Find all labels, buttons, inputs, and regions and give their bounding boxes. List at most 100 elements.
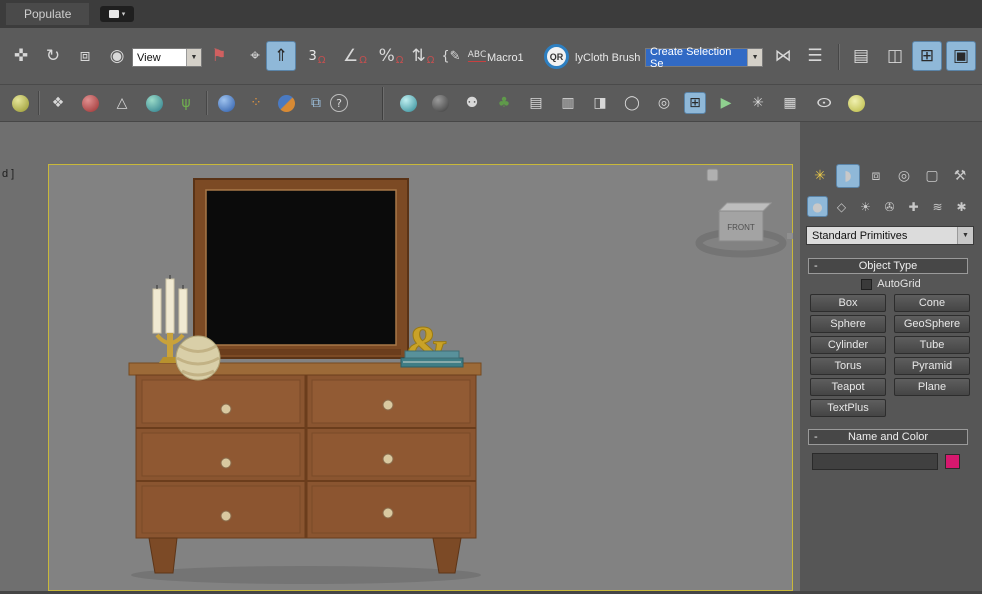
textplus-button[interactable]: TextPlus [810,399,886,417]
select-manipulate-icon[interactable]: ⚑ [204,41,234,71]
cylinder-button[interactable]: Cylinder [810,336,886,354]
target-sphere-icon[interactable]: ◎ [652,91,676,115]
red-sphere-icon[interactable] [78,91,102,115]
workspace-switcher[interactable]: ▾ [100,6,134,22]
sphere-ornament-object[interactable] [175,335,221,381]
scene-explorer-icon[interactable]: ◫ [880,41,910,71]
autogrid-checkbox[interactable] [861,278,873,290]
collapse-icon[interactable]: - [814,431,818,443]
box-arrows-icon[interactable]: ⊞ [684,92,706,114]
autogrid-row: AutoGrid [800,278,982,290]
viewcube-gear-icon[interactable] [787,233,793,239]
torus-button[interactable]: Torus [810,357,886,375]
modify-tab[interactable]: ◗ [836,164,860,188]
pyramid-button[interactable]: Pyramid [894,357,970,375]
object-color-swatch[interactable] [945,453,960,469]
angle-snap-icon[interactable]: ∠ Ω [338,41,372,71]
qr-button[interactable]: QR [544,44,569,69]
polycloth-label[interactable]: lyCloth Brush [575,52,640,64]
dual-sphere-icon[interactable] [274,91,298,115]
object-name-input[interactable] [812,452,938,470]
3dsmax-window: Populate ▾ ✜ ↻ ⧈ ◉ View ▼ ⚑ ⌖ ⇑ 3 Ω ∠ Ω … [0,0,982,594]
selection-set-value: Create Selection Se [650,45,732,70]
create-tab[interactable]: ✳ [808,164,832,188]
tube-button[interactable]: Tube [894,336,970,354]
object-type-rollout-header[interactable]: - Object Type [808,258,968,274]
systems-category-icon[interactable]: ✱ [951,196,972,217]
geosphere-button[interactable]: GeoSphere [894,315,970,333]
display-tab[interactable]: ▢ [920,164,944,188]
teapot-button[interactable]: Teapot [810,378,886,396]
motion-tab[interactable]: ◎ [892,164,916,188]
name-color-rollout-header[interactable]: - Name and Color [808,429,968,445]
layer-explorer-icon[interactable]: ▤ [846,41,876,71]
mirror-icon[interactable]: ⋈ [768,41,798,71]
sphere-button[interactable]: Sphere [810,315,886,333]
biped-icon[interactable]: ⚉ [460,91,484,115]
populate-menu[interactable]: Populate [6,3,90,25]
eye-icon[interactable]: ⊙ [806,91,842,115]
table-icon[interactable]: ▦ [778,91,802,115]
chevron-down-icon[interactable]: ▼ [186,49,201,66]
chevron-down-icon[interactable]: ▼ [957,227,973,244]
bars-icon[interactable]: ▥ [556,91,580,115]
cone-button[interactable]: Cone [894,294,970,312]
geometry-category-icon[interactable]: ● [807,196,828,217]
viewcube[interactable]: FRONT [695,168,793,258]
pyramid-icon[interactable]: △ [110,91,134,115]
help-icon[interactable]: ? [330,94,348,112]
material-editor-icon[interactable]: ▣ [946,41,976,71]
select-move-icon[interactable]: ✜ [6,41,36,71]
helpers-category-icon[interactable]: ✚ [903,196,924,217]
trees-icon[interactable]: ♣ [492,91,516,115]
torus-icon[interactable]: ◯ [620,91,644,115]
chevron-down-icon[interactable]: ▼ [747,49,762,66]
cameras-category-icon[interactable]: ✇ [879,196,900,217]
list-view-icon[interactable]: ▤ [524,91,548,115]
edit-named-selection-icon[interactable]: {✎ [440,41,462,71]
primitives-dropdown[interactable]: Standard Primitives ▼ [806,226,974,245]
select-scale-icon[interactable]: ⧈ [70,41,100,71]
copy-documents-icon[interactable]: ⧉ [304,91,328,115]
spinner-snap-icon[interactable]: ⇅ Ω [406,41,440,71]
yellow-sphere-icon[interactable] [8,91,32,115]
front-viewport[interactable]: & FRONT [48,164,793,591]
mirror-object[interactable] [193,178,409,359]
select-placement-icon[interactable]: ◉ [102,41,132,71]
macro-label[interactable]: Macro1 [487,52,524,64]
dresser-object[interactable] [128,362,482,574]
named-selection-set-dropdown[interactable]: Create Selection Se ▼ [645,45,763,70]
particle-grid-icon[interactable]: ❖ [46,91,70,115]
globe-icon[interactable] [142,91,166,115]
light-bulb-teal-icon[interactable] [396,91,420,115]
curve-editor-icon[interactable]: ⊞ [912,41,942,71]
blue-sphere-icon[interactable] [214,91,238,115]
select-rotate-icon[interactable]: ↻ [38,41,68,71]
hierarchy-tab[interactable]: ⧈ [864,164,888,188]
sphere-glyph [81,94,99,112]
particle-cluster-icon[interactable]: ⁘ [244,91,268,115]
door-icon[interactable]: ◨ [588,91,612,115]
spacewarps-category-icon[interactable]: ≋ [927,196,948,217]
shapes-category-icon[interactable]: ◇ [831,196,852,217]
viewcube-front-label[interactable]: FRONT [727,223,755,232]
plane-button[interactable]: Plane [894,378,970,396]
play-box-icon[interactable]: ▶ [714,91,738,115]
light-bulb-icon[interactable] [844,91,868,115]
collapse-icon[interactable]: - [814,260,818,272]
flower-gear-icon[interactable]: ✳ [746,91,770,115]
percent-snap-icon[interactable]: % Ω [374,41,408,71]
utilities-tab[interactable]: ⚒ [948,164,972,188]
viewcube-home-icon[interactable] [706,168,719,182]
scene-canvas[interactable]: & FRONT [49,165,794,592]
box-button[interactable]: Box [810,294,886,312]
snaps-toggle-3d-icon[interactable]: 3 Ω [300,41,334,71]
snap-toggle-icon[interactable]: ⇑ [266,41,296,71]
align-icon[interactable]: ☰ [800,41,830,71]
reference-coordinate-dropdown[interactable]: View ▼ [132,48,202,67]
foliage-icon[interactable]: ψ [174,91,198,115]
dark-sphere-icon[interactable] [428,91,452,115]
sphere-glyph [431,94,449,112]
books-object[interactable] [400,350,464,368]
lights-category-icon[interactable]: ☀ [855,196,876,217]
